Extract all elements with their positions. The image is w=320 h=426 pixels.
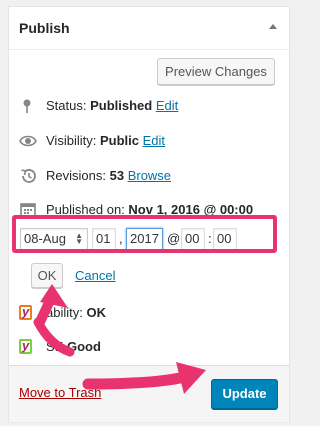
readability-value: OK: [86, 305, 106, 320]
publish-box: Publish Preview Changes Status: Publishe…: [8, 6, 290, 422]
status-label: Status:: [46, 98, 87, 113]
pin-icon: [19, 96, 39, 116]
eye-icon: [19, 131, 39, 151]
seo-label: SE: [46, 339, 64, 354]
status-edit-link[interactable]: Edit: [156, 98, 178, 113]
ok-button[interactable]: OK: [31, 263, 63, 288]
visibility-edit-link[interactable]: Edit: [143, 133, 165, 148]
preview-changes-button[interactable]: Preview Changes: [157, 58, 275, 85]
history-icon: [19, 166, 39, 186]
visibility-value: Public: [99, 133, 139, 148]
visibility-label: Visibility:: [46, 133, 97, 148]
yoast-orange-icon: y: [19, 304, 32, 320]
collapse-arrow-icon[interactable]: [269, 24, 277, 29]
date-highlight-box: [12, 215, 277, 253]
panel-title: Publish: [19, 20, 70, 36]
revisions-label: Revisions:: [46, 168, 106, 183]
status-value: Published: [90, 98, 153, 113]
revisions-browse-link[interactable]: Browse: [128, 168, 171, 183]
seo-value: Good: [66, 339, 101, 354]
readability-label: ability:: [46, 305, 83, 320]
publish-footer: Move to Trash Update: [9, 365, 289, 422]
update-button[interactable]: Update: [211, 379, 278, 409]
yoast-green-icon: y: [19, 338, 32, 354]
cancel-link[interactable]: Cancel: [75, 268, 115, 283]
move-to-trash-link[interactable]: Move to Trash: [19, 385, 101, 400]
revisions-value: 53: [109, 168, 125, 183]
publish-header[interactable]: Publish: [9, 7, 289, 50]
